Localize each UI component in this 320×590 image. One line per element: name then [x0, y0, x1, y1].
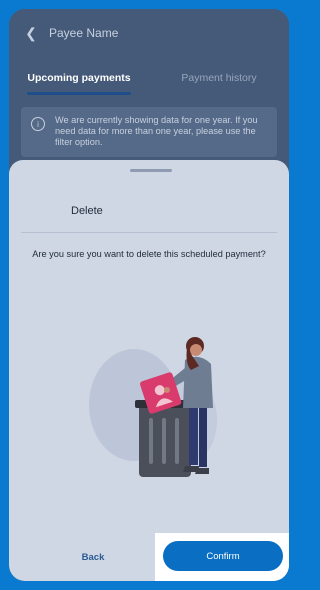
delete-bottom-sheet: Delete Are you sure you want to delete t… — [9, 160, 289, 581]
back-button[interactable]: Back — [73, 552, 113, 563]
confirm-highlight: Confirm — [155, 533, 289, 581]
dialog-title: Delete — [71, 205, 103, 217]
divider — [21, 232, 277, 233]
info-icon: i — [31, 117, 45, 131]
chevron-left-icon[interactable]: ❮ — [17, 25, 45, 42]
tab-bar: Upcoming payments Payment history — [9, 61, 289, 95]
phone-frame: ❮ Payee Name Upcoming payments Payment h… — [9, 9, 289, 581]
page-title: Payee Name — [49, 26, 119, 40]
tab-payment-history[interactable]: Payment history — [149, 61, 289, 95]
dialog-message: Are you sure you want to delete this sch… — [32, 249, 266, 259]
info-banner-text: We are currently showing data for one ye… — [55, 115, 258, 147]
sheet-drag-handle[interactable] — [130, 169, 172, 172]
tab-upcoming-payments[interactable]: Upcoming payments — [9, 61, 149, 95]
person-deleting-card-illustration — [89, 310, 219, 480]
confirm-button[interactable]: Confirm — [163, 541, 283, 571]
top-bar: ❮ Payee Name — [9, 9, 289, 57]
info-banner: i We are currently showing data for one … — [21, 107, 277, 157]
